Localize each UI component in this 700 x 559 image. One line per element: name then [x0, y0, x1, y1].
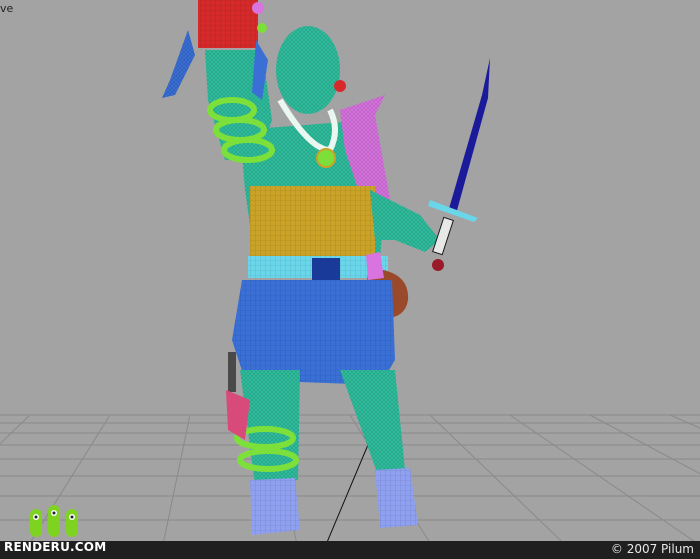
- sword-pommel: [432, 259, 444, 271]
- watermark-logo-text: RENDERU.COM: [4, 540, 107, 554]
- scene-canvas[interactable]: [0, 0, 700, 559]
- floor-grid: [0, 414, 700, 559]
- 3d-viewport[interactable]: ve RENDERU.COM © 2007 Pilum: [0, 0, 700, 559]
- sword-blade: [448, 58, 490, 214]
- pendant: [316, 148, 336, 168]
- earring: [334, 80, 346, 92]
- character-model[interactable]: [162, 0, 490, 535]
- leg-dagger: [228, 352, 236, 392]
- view-label: ve: [0, 2, 14, 15]
- copyright-text: © 2007 Pilum: [610, 542, 694, 556]
